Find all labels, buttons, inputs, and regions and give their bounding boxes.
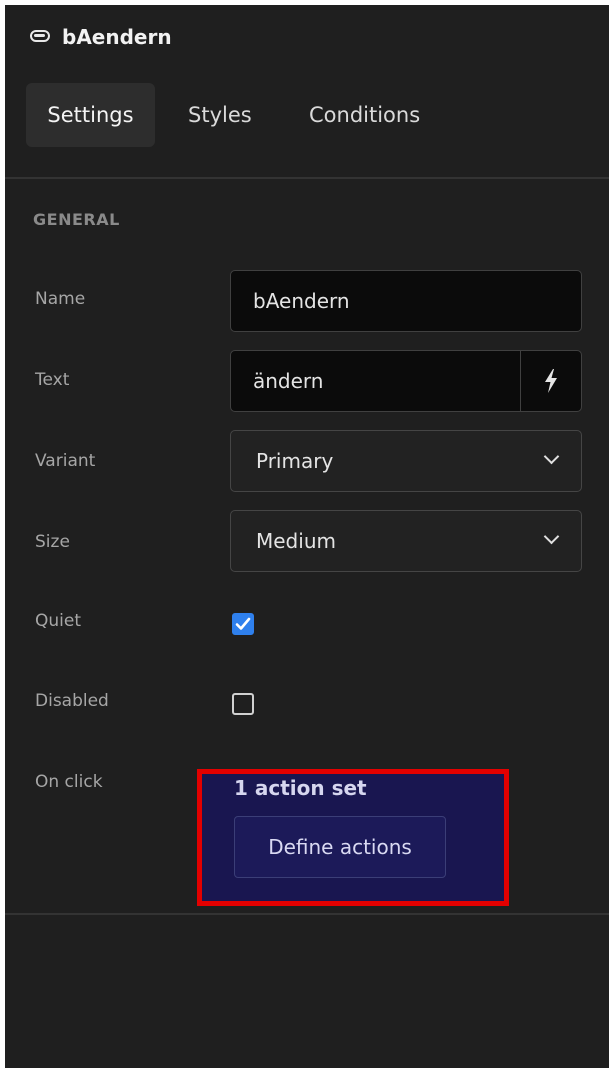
settings-panel: bAendern Settings Styles Conditions GENE… <box>5 5 609 1068</box>
variant-value: Primary <box>256 449 334 473</box>
name-label: Name <box>35 289 86 309</box>
panel-header: bAendern <box>5 5 609 73</box>
component-name: bAendern <box>62 25 172 49</box>
define-actions-button[interactable]: Define actions <box>234 816 446 878</box>
name-value: bAendern <box>253 289 350 313</box>
size-select[interactable]: Medium <box>230 510 582 572</box>
chevron-down-icon <box>543 448 560 465</box>
quiet-checkbox[interactable] <box>232 613 254 635</box>
checkmark-icon <box>235 617 251 630</box>
action-count: 1 action set <box>234 776 367 800</box>
text-value: ändern <box>253 369 324 393</box>
chevron-down-icon <box>543 528 560 545</box>
tabs-divider <box>5 177 609 179</box>
section-title-general: GENERAL <box>33 210 120 229</box>
on-click-label: On click <box>35 772 103 792</box>
tab-conditions[interactable]: Conditions <box>309 83 420 147</box>
quiet-label: Quiet <box>35 611 82 631</box>
disabled-checkbox[interactable] <box>232 693 254 715</box>
text-field[interactable]: ändern <box>230 350 582 412</box>
binding-button[interactable] <box>520 351 581 411</box>
variant-label: Variant <box>35 451 96 471</box>
tab-settings[interactable]: Settings <box>26 83 155 147</box>
disabled-label: Disabled <box>35 691 109 711</box>
lightning-bolt-icon <box>545 369 557 393</box>
on-click-highlight: 1 action set Define actions <box>197 769 509 906</box>
text-label: Text <box>35 370 70 390</box>
size-label: Size <box>35 532 70 552</box>
bottom-divider <box>5 913 609 915</box>
name-field[interactable]: bAendern <box>230 270 582 332</box>
button-toggle-icon <box>30 30 50 42</box>
variant-select[interactable]: Primary <box>230 430 582 492</box>
size-value: Medium <box>256 529 336 553</box>
tab-styles[interactable]: Styles <box>188 83 252 147</box>
